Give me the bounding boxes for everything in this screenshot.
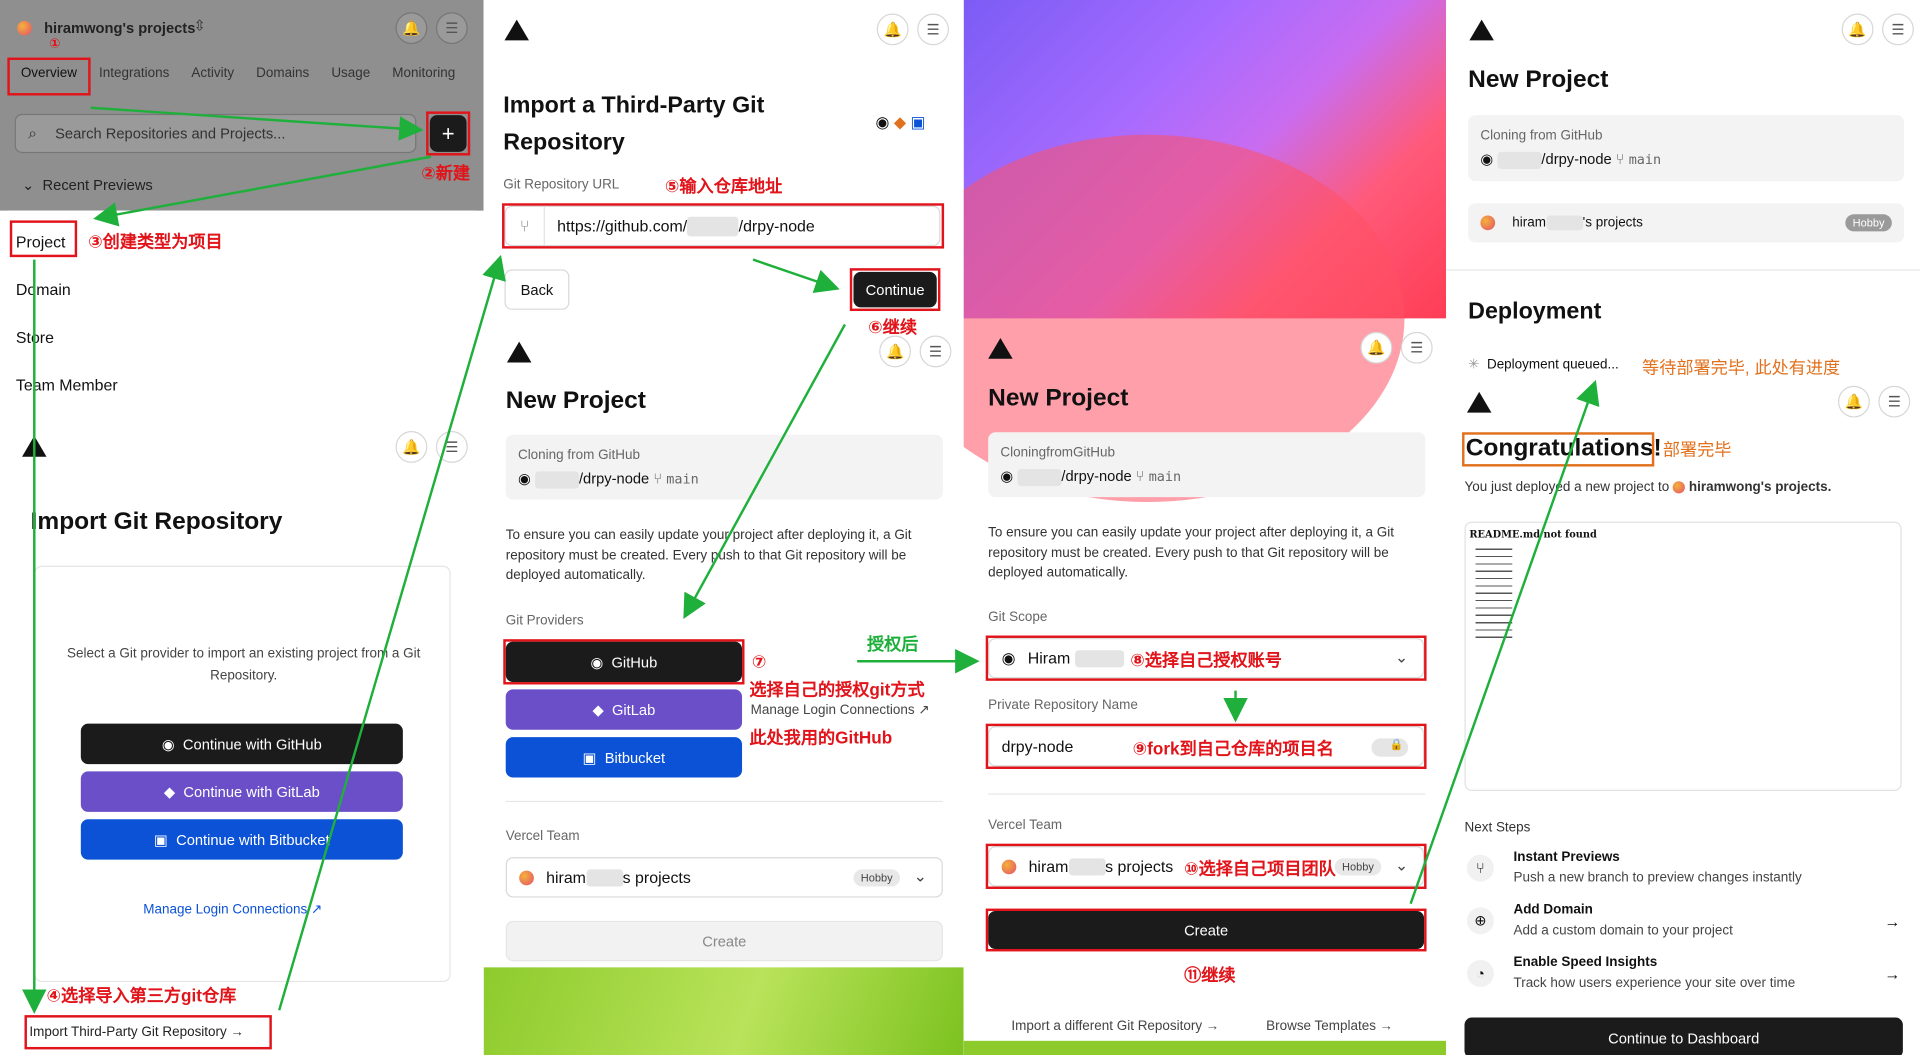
- arrow-create-to-deploy: [1409, 379, 1600, 905]
- arrow-continue-to-providers: [683, 323, 846, 619]
- arrow-new-to-project: [93, 155, 432, 227]
- flow-arrows: [22, 106, 1600, 1014]
- arrow-url-to-continue: [752, 258, 840, 293]
- arrow-import-to-url: [278, 254, 506, 1011]
- arrow-overview-to-new: [90, 106, 424, 141]
